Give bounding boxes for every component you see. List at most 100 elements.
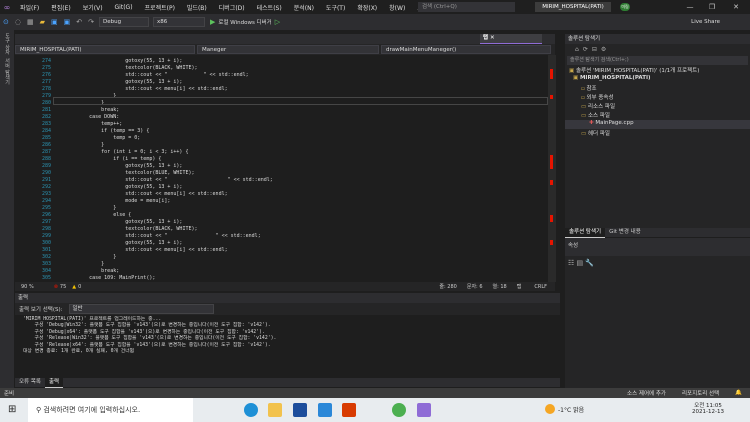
undo-icon[interactable]: ↶ [73,18,85,26]
edge-icon[interactable] [244,403,258,417]
close-icon[interactable]: ✕ [490,35,495,41]
tab-error-list[interactable]: 오류 목록 [15,378,45,387]
store-icon[interactable] [293,403,307,417]
forward-icon[interactable]: ◌ [12,18,24,26]
notification-icon[interactable]: 🔔 [727,390,750,396]
configuration-select[interactable]: Debug [99,17,149,27]
code-line[interactable]: textcolor(BLACK, WHITE); [53,226,197,232]
save-icon[interactable]: ▣ [48,18,61,26]
start-without-debug-icon[interactable]: ▷ [272,18,283,26]
add-source-control-button[interactable]: 소스 제어에 추가 [619,389,674,397]
visual-studio-icon[interactable] [417,403,431,417]
code-line[interactable]: mode = menu[i]; [53,198,170,204]
tree-item[interactable]: ▣ 솔루션 'MIRIM_HOSPITAL(PATI)' (1/1개 프로젝트) [565,66,750,75]
code-line[interactable]: temp++; [53,121,122,127]
new-project-icon[interactable]: ▦ [24,18,37,26]
menu-item[interactable]: 테스트(S) [251,3,288,12]
code-line[interactable]: std::cout << menu[i] << std::endl; [53,247,227,253]
tree-item[interactable]: ▭ 헤더 파일 [565,129,750,138]
platform-select[interactable]: x86 [153,17,205,27]
code-line[interactable]: std::cout << menu[i] << std::endl; [53,191,227,197]
menu-item[interactable]: 디버그(D) [213,3,251,12]
menu-item[interactable]: Git(G) [109,4,139,11]
code-line[interactable]: break; [53,268,119,274]
code-line[interactable]: else { [53,212,131,218]
menu-item[interactable]: 도구(T) [320,3,351,12]
code-line[interactable]: gotoxy(55, 13 + i); [53,58,182,64]
menu-item[interactable]: 보기(V) [77,3,109,12]
code-line[interactable]: case 109: MainPrint(); [53,275,155,281]
output-source-select[interactable]: 일반 [68,304,214,314]
tree-item[interactable]: ▭ 소스 파일 [565,111,750,120]
mail-icon[interactable] [318,403,332,417]
weather-text[interactable]: -1°C 맑음 [558,405,584,414]
categorized-icon[interactable]: ☷ ▤ 🔧 [565,256,750,270]
class-select[interactable]: Maneger [197,45,379,54]
code-line[interactable]: } [53,254,116,260]
code-line[interactable]: std::cout << " " << std::endl; [53,233,260,239]
server-explorer-tab[interactable]: 서버 탐색기 [4,58,11,85]
code-line[interactable]: } [53,205,116,211]
office-icon[interactable] [342,403,356,417]
live-share-button[interactable]: Live Share [691,19,750,25]
toolbox-tab[interactable]: 도구 상자 [4,33,11,55]
taskbar-search[interactable]: ⚲ 검색하려면 여기에 입력하십시오. [28,398,193,422]
code-line[interactable]: std::cout << " " << std::endl; [53,72,248,78]
menu-item[interactable]: 편집(E) [45,3,77,12]
editor-scrollbar[interactable] [548,55,556,282]
code-line[interactable]: gotoxy(55, 13 + i); [53,219,182,225]
code-editor[interactable]: 274 gotoxy(55, 13 + i); 275 textcolor(BLA… [15,55,555,282]
play-icon[interactable]: ▶ [207,18,218,26]
error-icon[interactable]: ⊗ [40,284,58,290]
code-line[interactable]: if (i == temp) { [53,156,161,162]
search-input[interactable]: 검색 (Ctrl+Q) [418,2,515,12]
menu-item[interactable]: 창(W) [383,3,411,12]
file-explorer-icon[interactable] [268,403,282,417]
code-line[interactable]: break; [53,107,119,113]
save-all-icon[interactable]: ▣ [61,18,74,26]
code-line[interactable]: gotoxy(55, 13 + i); [53,240,182,246]
code-line[interactable]: temp = 0; [53,135,140,141]
minimize-button[interactable]: — [680,0,700,14]
code-line[interactable]: std::cout << menu[i] << std::endl; [53,86,227,92]
collapse-icon[interactable]: ⊟ [592,46,597,53]
code-line[interactable]: gotoxy(55, 13 + i); [53,184,182,190]
tab-mainpage-cpp[interactable]: 탭 ✕ [480,34,542,44]
code-line[interactable]: gotoxy(55, 13 + i); [53,163,182,169]
menu-item[interactable]: 빌드(B) [181,3,213,12]
error-count[interactable]: 75 [58,284,72,290]
tree-item[interactable]: ▭ 리소스 파일 [565,102,750,111]
avatar[interactable]: 미림 [620,3,630,11]
project-select[interactable]: MIRIM_HOSPITAL(PATI) [15,45,195,54]
code-line[interactable]: case DOWN: [53,114,119,120]
tree-item[interactable]: ▫ 외부 종속성 [565,93,750,102]
tab-git-changes[interactable]: Git 변경 내용 [605,228,645,237]
tree-item[interactable]: ▣ MIRIM_HOSPITAL(PATI) [565,75,750,84]
code-line[interactable]: } [53,261,104,267]
back-icon[interactable]: ⊙ [0,18,12,26]
code-line[interactable]: if (temp == 3) { [53,128,149,134]
tree-item[interactable]: ▫ 참조 [565,84,750,93]
chrome-icon[interactable] [392,403,406,417]
restore-button[interactable]: ❐ [702,0,722,14]
solution-search-input[interactable]: 솔루션 탐색기 검색(Ctrl+;) [567,56,748,65]
windows-start-icon[interactable]: ⊞ [8,404,16,415]
tab-output[interactable]: 출력 [45,377,64,388]
tree-item[interactable]: ✚ MainPage.cpp [565,120,750,129]
warning-count[interactable]: 0 [76,284,81,290]
home-icon[interactable]: ⌂ [575,46,579,53]
redo-icon[interactable]: ↷ [85,18,97,26]
member-select[interactable]: drawMainMenuManeger() [381,45,551,54]
code-line[interactable]: gotoxy(55, 13 + i); [53,79,182,85]
sync-icon[interactable]: ⟳ [583,46,588,53]
close-button[interactable]: ✕ [726,0,746,14]
run-debugger-button[interactable]: 로컬 Windows 디버거 [218,18,271,26]
select-repository-button[interactable]: 리포지토리 선택 [674,389,727,397]
menu-item[interactable]: 분석(N) [288,3,320,12]
indent-mode[interactable]: 탭 [512,283,527,290]
settings-icon[interactable]: ⚙ [601,46,606,53]
open-icon[interactable]: ▰ [37,18,48,26]
code-line[interactable]: } [53,142,104,148]
code-line[interactable]: for (int i = 0; i < 3; i++) { [53,149,188,155]
code-line[interactable]: std::cout << " " << std::endl; [53,177,273,183]
